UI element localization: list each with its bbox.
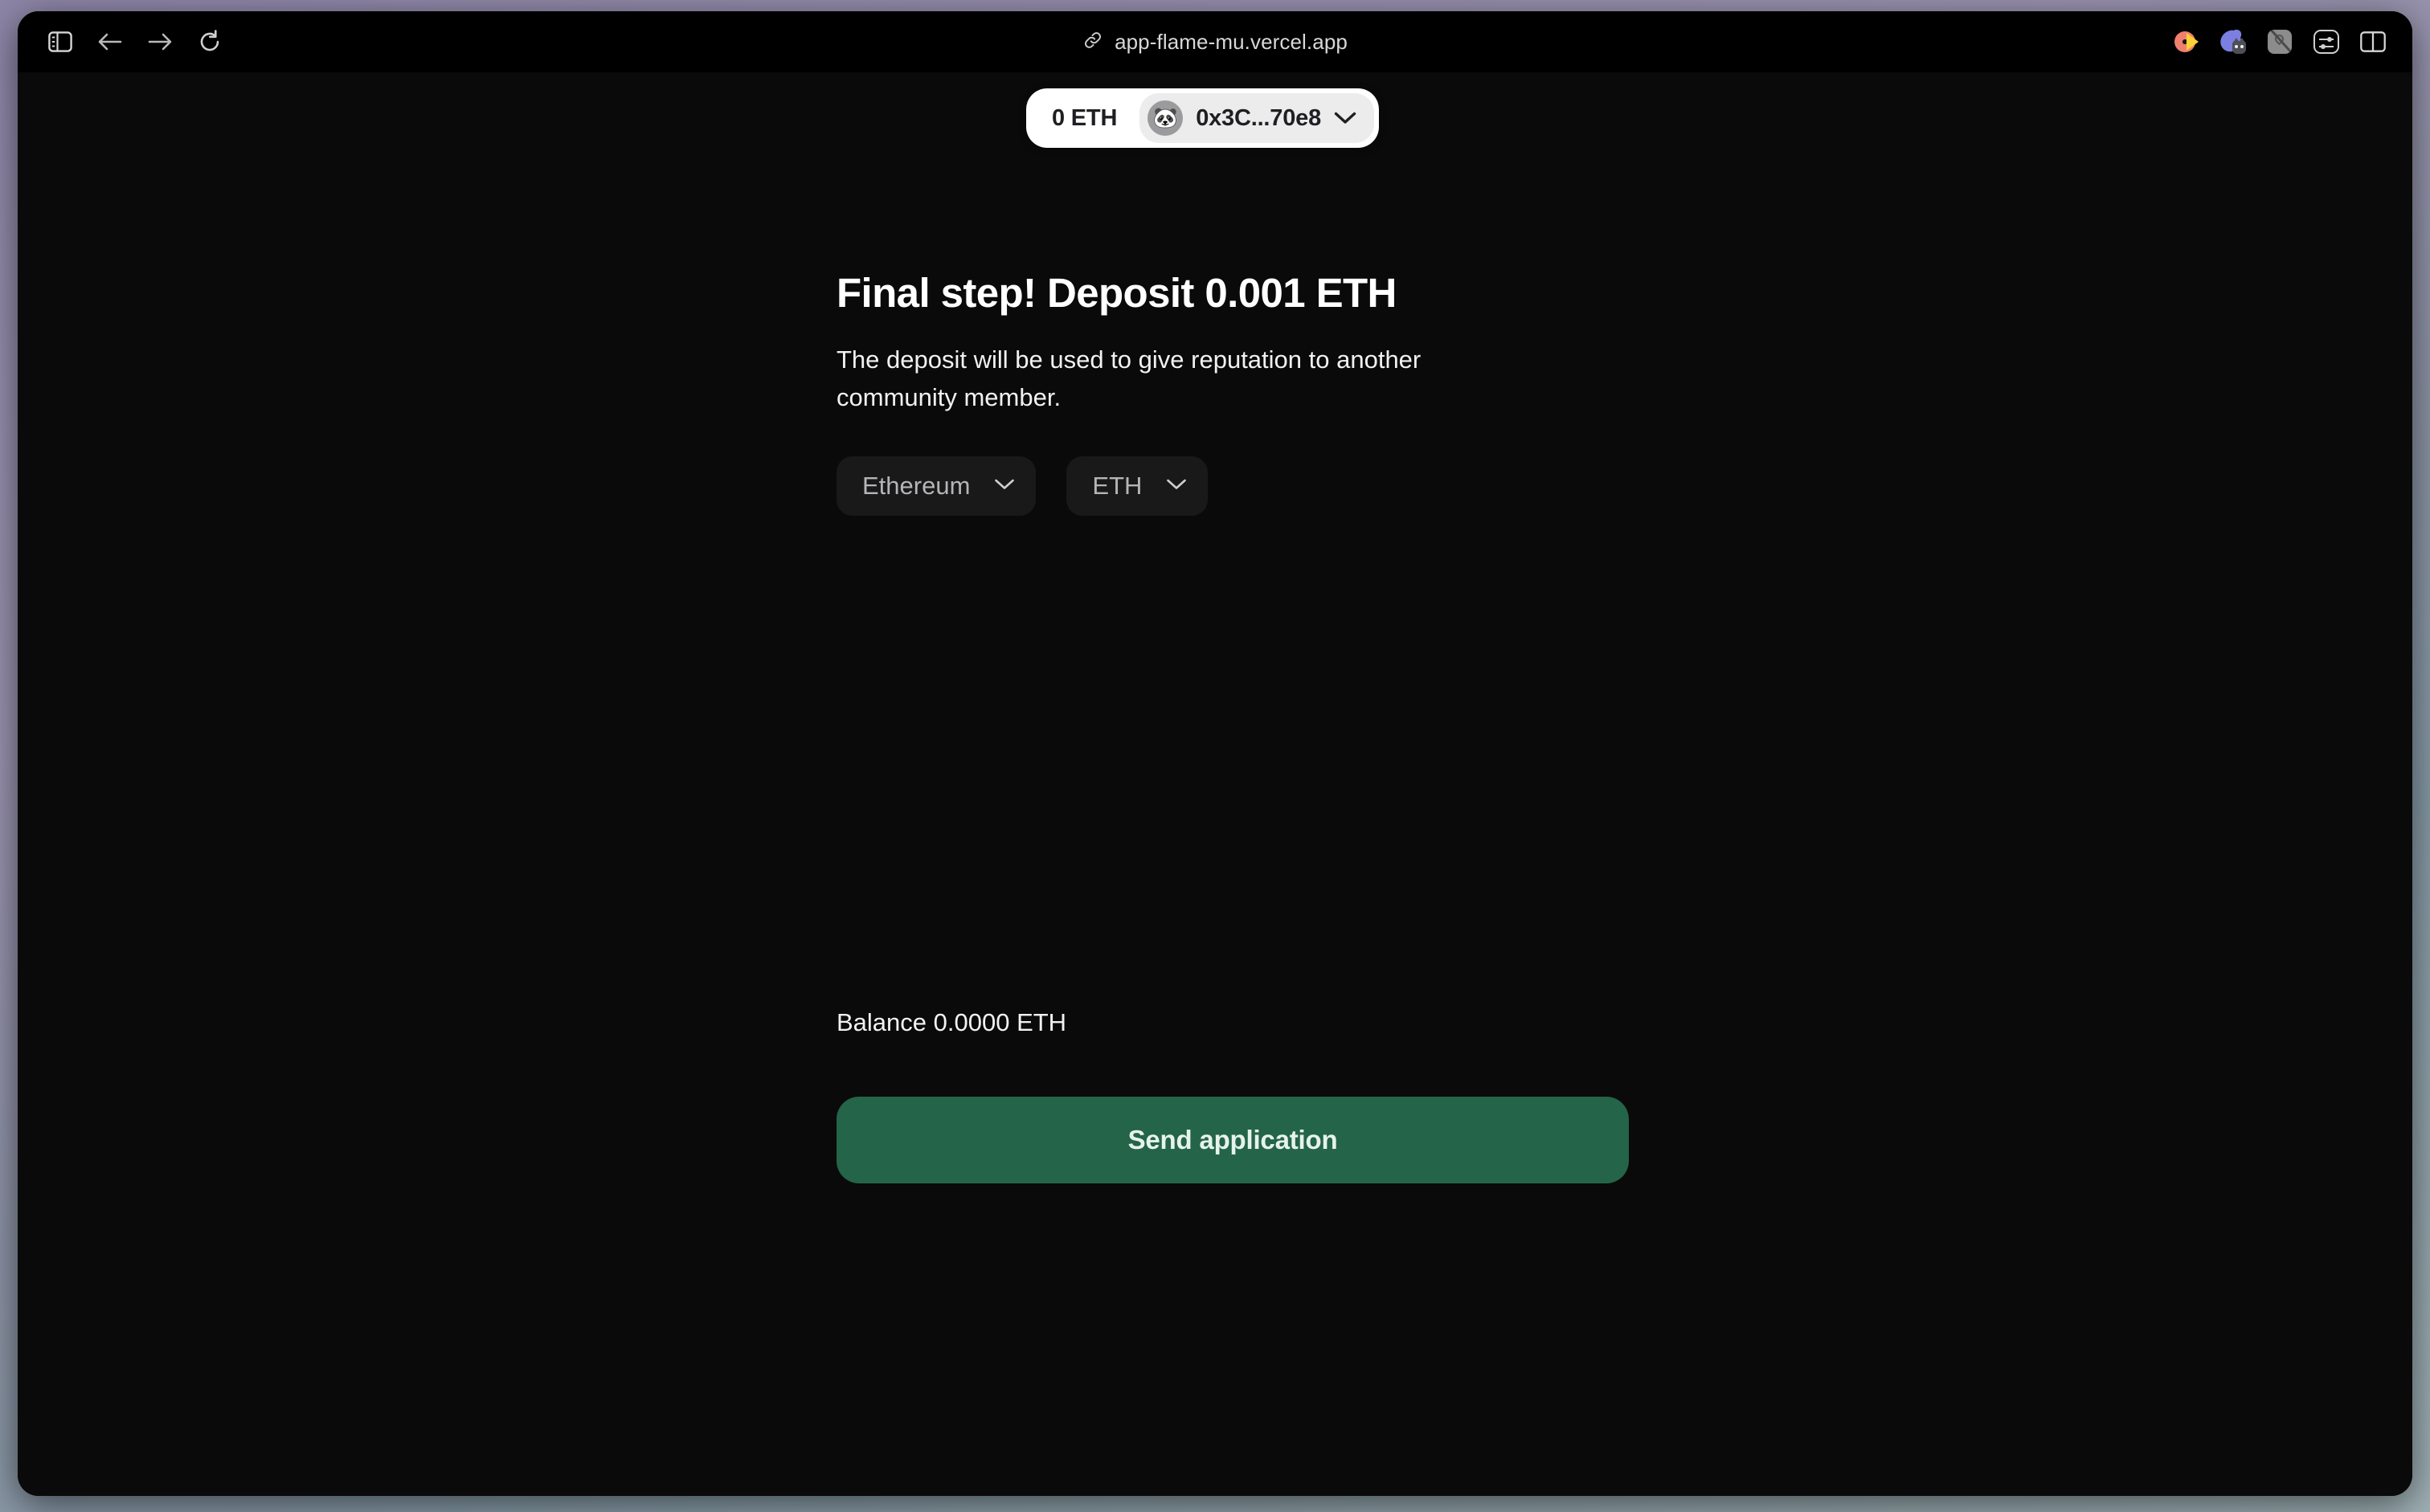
sidebar-toggle-button[interactable] — [35, 19, 85, 64]
address-bar[interactable]: app-flame-mu.vercel.app — [1070, 25, 1360, 59]
chevron-down-icon — [1166, 478, 1187, 495]
cat-extension-icon[interactable] — [2215, 23, 2252, 60]
browser-toolbar: app-flame-mu.vercel.app — [18, 11, 2412, 72]
token-selector-value: ETH — [1092, 472, 1143, 501]
muted-extension-icon[interactable] — [2261, 23, 2298, 60]
toolbar-center: app-flame-mu.vercel.app — [18, 11, 2412, 72]
toolbar-left-controls — [18, 19, 235, 64]
reload-button[interactable] — [185, 19, 235, 64]
rainbow-wallet-extension-icon[interactable] — [2168, 23, 2205, 60]
chevron-down-icon — [1334, 111, 1356, 125]
split-view-icon[interactable] — [2354, 23, 2391, 60]
network-selector-value: Ethereum — [862, 472, 971, 501]
wallet-address-label: 0x3C...70e8 — [1196, 104, 1322, 131]
panda-avatar: 🐼 — [1148, 100, 1184, 136]
wallet-account-button[interactable]: 🐼 0x3C...70e8 — [1139, 93, 1375, 143]
sliders-glyph — [2313, 30, 2339, 54]
chevron-down-icon — [994, 478, 1015, 495]
page-title: Final step! Deposit 0.001 ETH — [837, 270, 1397, 316]
send-application-button[interactable]: Send application — [837, 1097, 1629, 1183]
wallet-connect-pill[interactable]: 0 ETH 🐼 0x3C...70e8 — [1026, 88, 1380, 148]
page-subtitle: The deposit will be used to give reputat… — [837, 345, 1422, 412]
back-button[interactable] — [85, 19, 135, 64]
wallet-balance-label: 0 ETH — [1052, 104, 1118, 131]
cat-glyph — [2218, 28, 2246, 54]
forward-button[interactable] — [135, 19, 185, 64]
deposit-panel: Final step! Deposit 0.001 ETH The deposi… — [837, 269, 1720, 1183]
balance-label: Balance 0.0000 ETH — [837, 1008, 1067, 1036]
rainbow-glyph — [2174, 30, 2199, 54]
browser-window: app-flame-mu.vercel.app 0 ETH 🐼 0x3C...7… — [18, 11, 2412, 1496]
page-content: 0 ETH 🐼 0x3C...70e8 Final step! Deposit … — [18, 72, 2412, 1496]
token-selector[interactable]: ETH — [1066, 456, 1209, 517]
selector-row: Ethereum ETH — [837, 456, 1720, 517]
sliders-extension-icon[interactable] — [2308, 23, 2345, 60]
toolbar-right-controls — [2168, 23, 2412, 60]
address-bar-url: app-flame-mu.vercel.app — [1115, 29, 1348, 54]
network-selector[interactable]: Ethereum — [837, 456, 1037, 517]
link-icon — [1082, 30, 1103, 55]
muted-glyph — [2268, 30, 2292, 54]
